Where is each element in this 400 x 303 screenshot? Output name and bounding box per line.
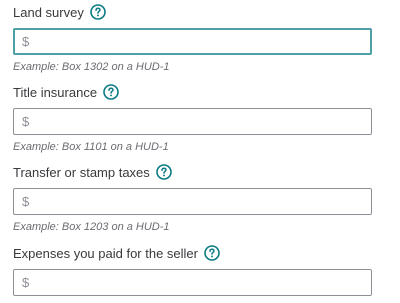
title-insurance-label: Title insurance	[13, 84, 98, 100]
transfer-taxes-input[interactable]	[31, 189, 371, 214]
field-label-row: Title insurance	[13, 82, 373, 102]
seller-expenses-label: Expenses you paid for the seller	[13, 245, 198, 261]
field-transfer-taxes: Transfer or stamp taxes $ Example: Box 1…	[13, 162, 373, 233]
dollar-prefix: $	[22, 194, 30, 209]
field-title-insurance: Title insurance $ Example: Box 1101 on a…	[13, 82, 373, 153]
land-survey-input[interactable]	[31, 30, 370, 53]
field-land-survey: Land survey $ Example: Box 1302 on a HUD…	[13, 2, 373, 73]
seller-expenses-input[interactable]	[31, 270, 371, 295]
dollar-prefix: $	[22, 114, 30, 129]
closing-costs-form: Land survey $ Example: Box 1302 on a HUD…	[0, 0, 400, 303]
field-label-row: Expenses you paid for the seller	[13, 243, 373, 263]
land-survey-input-box[interactable]: $	[13, 28, 372, 55]
question-circle-icon[interactable]	[155, 164, 172, 180]
transfer-taxes-input-box[interactable]: $	[13, 188, 372, 215]
seller-expenses-input-box[interactable]: $	[13, 269, 372, 296]
dollar-prefix: $	[22, 34, 30, 49]
land-survey-example: Example: Box 1302 on a HUD-1	[13, 61, 170, 73]
field-label-row: Transfer or stamp taxes	[13, 162, 373, 182]
question-circle-icon[interactable]	[103, 84, 119, 100]
transfer-taxes-example: Example: Box 1203 on a HUD-1	[13, 221, 170, 233]
title-insurance-input[interactable]	[31, 109, 371, 134]
title-insurance-example: Example: Box 1101 on a HUD-1	[13, 141, 169, 153]
dollar-prefix: $	[22, 275, 30, 290]
land-survey-label: Land survey	[13, 4, 84, 20]
question-circle-icon[interactable]	[204, 245, 220, 261]
transfer-taxes-label: Transfer or stamp taxes	[13, 164, 150, 180]
field-label-row: Land survey	[13, 2, 373, 22]
title-insurance-input-box[interactable]: $	[13, 108, 372, 135]
field-seller-expenses: Expenses you paid for the seller $	[13, 243, 373, 296]
question-circle-icon[interactable]	[90, 4, 106, 20]
